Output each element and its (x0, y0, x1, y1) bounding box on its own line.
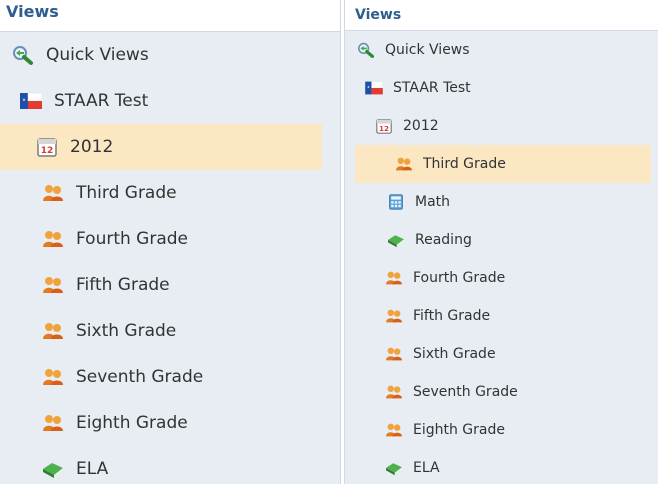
users-icon (395, 156, 413, 172)
svg-text:12: 12 (379, 124, 389, 133)
tree-item-2012[interactable]: 12 2012 (0, 124, 322, 170)
tree-item-fourth-grade[interactable]: Fourth Grade (345, 259, 658, 297)
texas-flag-icon (365, 80, 383, 96)
users-icon (385, 308, 403, 324)
tree-item-label: Seventh Grade (76, 367, 204, 387)
tree-item-label: Fifth Grade (413, 308, 491, 324)
users-icon (385, 346, 403, 362)
tree-item-2012[interactable]: 12 2012 (345, 107, 658, 145)
calendar-icon: 12 (36, 137, 58, 157)
tree-item-third-grade[interactable]: Third Grade (0, 170, 340, 216)
views-header: Views (0, 0, 340, 32)
users-icon (42, 321, 64, 341)
tree-item-math[interactable]: Math (345, 183, 658, 221)
book-icon (387, 232, 405, 248)
users-icon (42, 229, 64, 249)
tree-item-label: Fifth Grade (76, 275, 170, 295)
tree-item-label: Seventh Grade (413, 384, 518, 400)
tree-item-quick-views[interactable]: Quick Views (0, 32, 340, 78)
tree-item-staar-test[interactable]: STAAR Test (345, 69, 658, 107)
svg-text:12: 12 (41, 146, 54, 156)
views-panel-left: Views Quick Views STAAR Test 12 2012 Thi… (0, 0, 341, 484)
users-icon (385, 384, 403, 400)
tree-item-quick-views[interactable]: Quick Views (345, 31, 658, 69)
users-icon (42, 413, 64, 433)
tree-item-label: Quick Views (46, 45, 149, 65)
calendar-icon: 12 (375, 118, 393, 134)
views-header: Views (345, 0, 658, 31)
tree-item-label: 2012 (70, 137, 114, 157)
users-icon (385, 270, 403, 286)
tree-item-label: STAAR Test (393, 80, 471, 96)
tree-item-label: Third Grade (423, 156, 506, 172)
tree-item-label: Fourth Grade (413, 270, 506, 286)
magnifier-icon (12, 45, 34, 65)
tree-item-third-grade[interactable]: Third Grade (355, 145, 651, 183)
tree-item-label: Reading (415, 232, 472, 248)
texas-flag-icon (20, 91, 42, 111)
tree-item-label: Math (415, 194, 451, 210)
tree-item-fourth-grade[interactable]: Fourth Grade (0, 216, 340, 262)
tree-item-label: STAAR Test (54, 91, 149, 111)
views-panel-right: Views Quick Views STAAR Test 12 2012 Thi… (344, 0, 658, 484)
users-icon (42, 367, 64, 387)
users-icon (42, 275, 64, 295)
tree-item-label: Eighth Grade (76, 413, 188, 433)
tree-item-label: Sixth Grade (76, 321, 177, 341)
tree-item-label: 2012 (403, 118, 439, 134)
tree-item-fifth-grade[interactable]: Fifth Grade (345, 297, 658, 335)
users-icon (385, 422, 403, 438)
users-icon (42, 183, 64, 203)
tree-item-label: Third Grade (76, 183, 177, 203)
tree-item-seventh-grade[interactable]: Seventh Grade (0, 354, 340, 400)
book-icon (42, 459, 64, 479)
calculator-icon (387, 194, 405, 210)
tree-item-eighth-grade[interactable]: Eighth Grade (345, 411, 658, 449)
tree-item-label: Eighth Grade (413, 422, 505, 438)
tree-item-label: ELA (413, 460, 440, 476)
tree-item-sixth-grade[interactable]: Sixth Grade (345, 335, 658, 373)
tree-item-fifth-grade[interactable]: Fifth Grade (0, 262, 340, 308)
tree-item-staar-test[interactable]: STAAR Test (0, 78, 340, 124)
tree-item-seventh-grade[interactable]: Seventh Grade (345, 373, 658, 411)
tree-item-eighth-grade[interactable]: Eighth Grade (0, 400, 340, 446)
tree-item-label: Quick Views (385, 42, 470, 58)
tree-item-label: Sixth Grade (413, 346, 496, 362)
tree-item-reading[interactable]: Reading (345, 221, 658, 259)
tree-item-ela[interactable]: ELA (0, 446, 340, 492)
tree-item-sixth-grade[interactable]: Sixth Grade (0, 308, 340, 354)
magnifier-icon (357, 42, 375, 58)
tree-item-label: Fourth Grade (76, 229, 189, 249)
tree-item-ela[interactable]: ELA (345, 449, 658, 487)
tree-item-label: ELA (76, 459, 109, 479)
book-icon (385, 460, 403, 476)
